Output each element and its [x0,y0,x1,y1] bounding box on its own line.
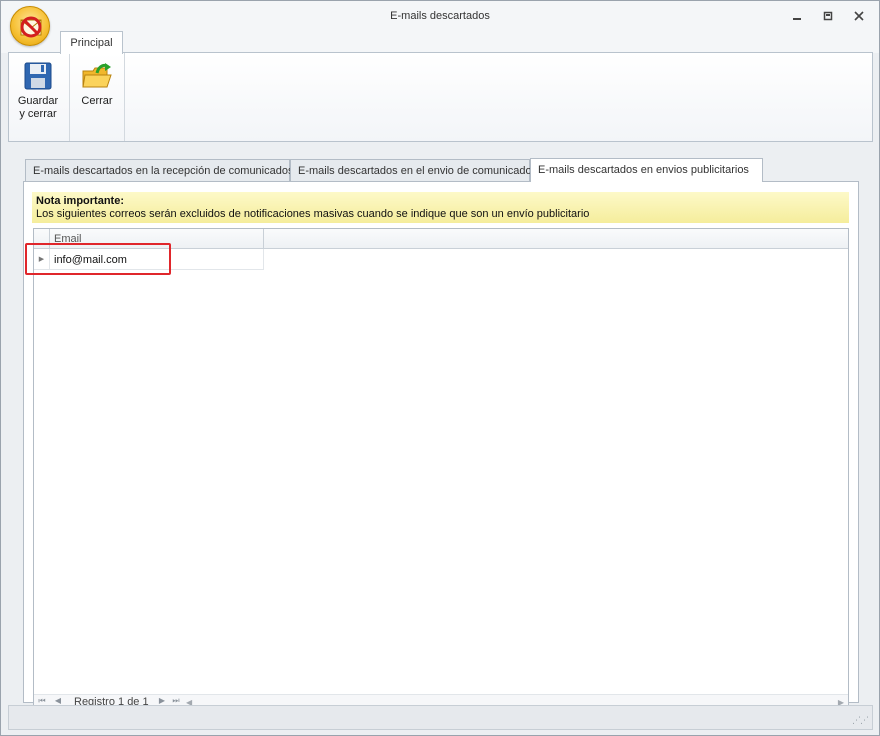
minimize-button[interactable] [786,7,808,25]
next-record-icon[interactable]: ▶ [156,696,168,705]
note-text: Los siguientes correos serán excluidos d… [36,208,590,220]
resize-grip-icon[interactable]: ⋰⋰ [852,715,869,726]
status-bar: ⋰⋰ [8,705,873,730]
ribbon-separator [69,53,70,141]
restore-icon [823,11,833,21]
save-and-close-label-1: Guardar [17,95,59,107]
ribbon-tab-principal[interactable]: Principal [60,31,123,54]
close-label: Cerrar [81,95,113,107]
previous-record-icon[interactable]: ◀ [52,696,64,705]
save-and-close-label-2: y cerrar [19,108,57,120]
tab-recepcion-comunicados[interactable]: E-mails descartados en la recepción de c… [25,159,293,182]
note-title: Nota importante: [36,195,124,207]
save-and-close-button[interactable]: Guardar y cerrar [15,61,61,121]
email-grid: Email ▶ info@mail.com ⏮ ◀ Registro 1 de … [33,228,849,711]
ribbon-panel: Guardar y cerrar Cerrar [8,52,873,142]
restore-button[interactable] [817,7,839,25]
table-row[interactable]: ▶ info@mail.com [34,249,264,270]
ribbon-tab-strip: Principal [1,31,879,54]
close-icon [854,11,864,21]
folder-arrow-icon [82,63,112,88]
column-header-email[interactable]: Email [50,229,264,249]
tab-strip: E-mails descartados en la recepción de c… [17,158,857,182]
floppy-disk-icon [24,62,52,90]
row-indicator-header [34,229,50,249]
grid-header: Email [34,229,848,249]
title-bar: E-mails descartados [1,1,879,31]
minimize-icon [793,18,801,20]
tab-envios-publicitarios[interactable]: E-mails descartados en envios publicitar… [530,158,763,182]
important-note: Nota importante: Los siguientes correos … [32,192,849,223]
application-menu-button[interactable] [10,6,50,46]
close-window-button[interactable] [848,7,870,25]
email-cell[interactable]: info@mail.com [50,249,264,270]
window-title: E-mails descartados [390,10,490,22]
row-indicator-arrow-icon: ▶ [34,249,50,270]
close-button[interactable]: Cerrar [79,61,115,108]
window: E-mails descartados Principal Guardar y … [0,0,880,736]
no-mail-icon [20,16,42,38]
ribbon-separator-2 [124,53,125,141]
tab-envio-comunicado[interactable]: E-mails descartados en el envio de comun… [290,159,532,182]
